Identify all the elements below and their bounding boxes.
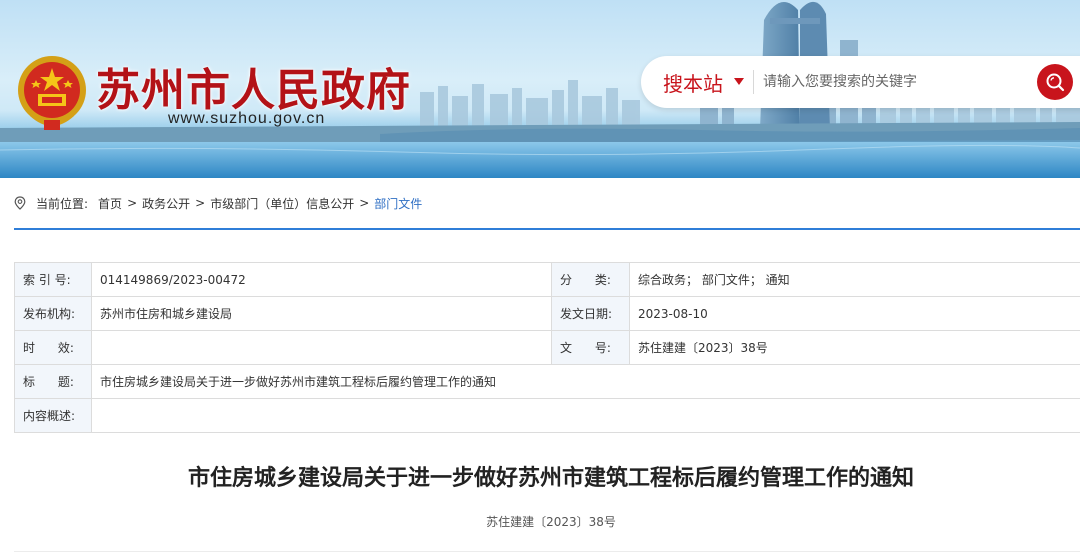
index-label: 索 引 号: (14, 262, 92, 297)
issue-date-value: 2023-08-10 (629, 296, 1080, 331)
validity-label: 时 效: (14, 330, 92, 365)
category-label: 分 类: (551, 262, 630, 297)
breadcrumb-prefix: 当前位置: (36, 196, 89, 211)
table-row: 索 引 号: 014149869/2023-00472 分 类: 综合政务； 部… (14, 262, 1080, 297)
caret-down-icon[interactable] (734, 78, 744, 86)
article-title: 市住房城乡建设局关于进一步做好苏州市建筑工程标后履约管理工作的通知 (187, 466, 914, 491)
doc-number-label: 文 号: (551, 330, 630, 365)
search-divider (753, 70, 754, 94)
summary-value (91, 398, 1080, 433)
table-row: 内容概述: (14, 398, 1080, 433)
search-input[interactable] (763, 68, 1033, 96)
breadcrumb-gov-affairs[interactable]: 政务公开 (142, 195, 190, 212)
index-value: 014149869/2023-00472 (91, 262, 552, 297)
article-divider (14, 551, 1080, 552)
document-info-table: 索 引 号: 014149869/2023-00472 分 类: 综合政务； 部… (14, 262, 1080, 433)
validity-value (91, 330, 552, 365)
breadcrumb-current[interactable]: 部门文件 (374, 195, 422, 212)
publisher-label: 发布机构: (14, 296, 92, 331)
table-row: 标 题: 市住房城乡建设局关于进一步做好苏州市建筑工程标后履约管理工作的通知 (14, 364, 1080, 399)
category-value: 综合政务； 部门文件； 通知 (629, 262, 1080, 297)
breadcrumb-separator: > (195, 196, 206, 210)
header-banner: 苏州市人民政府 www.suzhou.gov.cn 搜本站 (0, 0, 1080, 178)
breadcrumb-separator: > (359, 196, 370, 210)
site-title[interactable]: 苏州市人民政府 (96, 54, 411, 118)
location-pin-icon (14, 196, 26, 210)
section-divider (14, 228, 1080, 230)
breadcrumb-department-info[interactable]: 市级部门（单位）信息公开 (210, 195, 354, 212)
search-scope-selector[interactable]: 搜本站 (663, 68, 723, 97)
title-label: 标 题: (14, 364, 92, 399)
search-button[interactable] (1037, 64, 1073, 100)
breadcrumb-separator: > (127, 196, 138, 210)
search-box: 搜本站 (641, 56, 1080, 108)
issue-date-label: 发文日期: (551, 296, 630, 331)
table-row: 发布机构: 苏州市住房和城乡建设局 发文日期: 2023-08-10 (14, 296, 1080, 331)
doc-number-value: 苏住建建〔2023〕38号 (629, 330, 1080, 365)
breadcrumb: 当前位置: 首页 > 政务公开 > 市级部门（单位）信息公开 > 部门文件 (14, 195, 422, 211)
national-emblem-icon (18, 56, 86, 130)
summary-label: 内容概述: (14, 398, 92, 433)
breadcrumb-home[interactable]: 首页 (98, 195, 122, 212)
publisher-value: 苏州市住房和城乡建设局 (91, 296, 552, 331)
article-doc-number: 苏住建建〔2023〕38号 (486, 515, 616, 529)
table-row: 时 效: 文 号: 苏住建建〔2023〕38号 (14, 330, 1080, 365)
title-value: 市住房城乡建设局关于进一步做好苏州市建筑工程标后履约管理工作的通知 (91, 364, 1080, 399)
site-url[interactable]: www.suzhou.gov.cn (168, 110, 325, 128)
search-icon (1046, 73, 1065, 92)
